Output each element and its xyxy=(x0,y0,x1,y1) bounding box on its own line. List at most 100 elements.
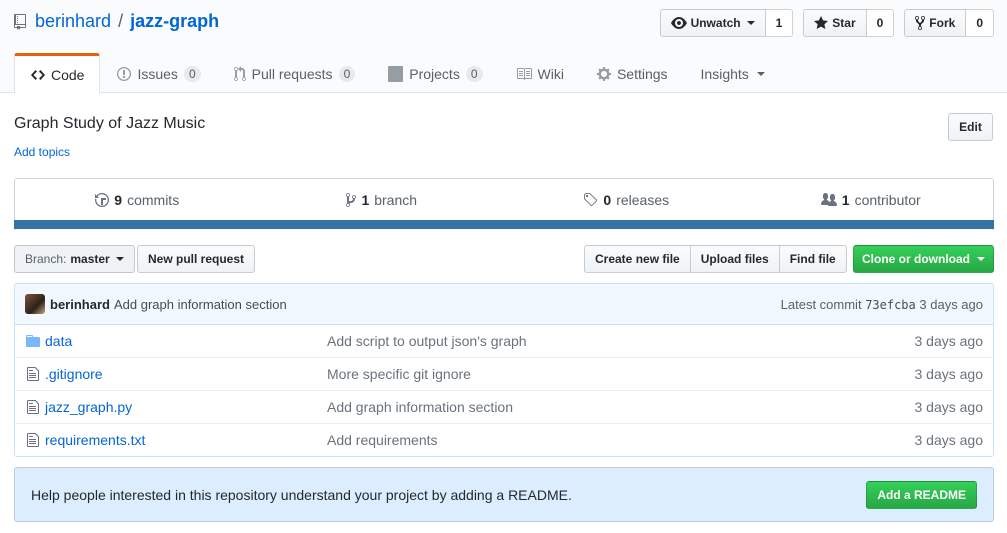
tab-wiki-label: Wiki xyxy=(537,66,564,82)
branch-icon xyxy=(346,192,357,207)
tab-pull-requests[interactable]: Pull requests 0 xyxy=(217,53,372,93)
latest-commit-bar: berinhard Add graph information section … xyxy=(14,283,994,325)
file-name-link[interactable]: requirements.txt xyxy=(45,432,327,448)
tag-icon xyxy=(584,192,598,206)
commit-sha-link[interactable]: 73efcba xyxy=(865,298,916,312)
people-icon xyxy=(820,192,837,206)
issue-icon xyxy=(117,67,132,81)
gear-icon xyxy=(596,67,611,81)
branches-label: branch xyxy=(374,191,418,208)
chevron-down-icon xyxy=(746,21,755,25)
language-bar[interactable] xyxy=(14,220,994,229)
readme-prompt: Help people interested in this repositor… xyxy=(14,467,994,522)
branch-name: master xyxy=(70,252,110,266)
unwatch-button[interactable]: Unwatch xyxy=(659,9,766,37)
new-pull-request-button[interactable]: New pull request xyxy=(137,245,256,273)
file-commit-message-link[interactable]: Add requirements xyxy=(327,432,873,448)
add-readme-button[interactable]: Add a README xyxy=(866,480,977,509)
code-icon xyxy=(31,69,45,80)
branch-prefix: Branch: xyxy=(25,252,67,266)
tab-settings-label: Settings xyxy=(616,66,668,82)
releases-link[interactable]: 0 releases xyxy=(504,179,749,220)
file-icon xyxy=(15,432,45,448)
tab-projects[interactable]: Projects 0 xyxy=(371,53,498,93)
edit-description-button[interactable]: Edit xyxy=(948,113,993,141)
releases-label: releases xyxy=(616,191,670,208)
latest-commit-label: Latest commit xyxy=(780,296,862,312)
table-row: jazz_graph.py Add graph information sect… xyxy=(15,390,993,423)
file-icon xyxy=(15,399,45,415)
tab-projects-label: Projects xyxy=(409,66,460,82)
branches-count: 1 xyxy=(361,191,370,208)
commit-age: 3 days ago xyxy=(919,296,983,312)
repo-name-link[interactable]: jazz-graph xyxy=(130,11,219,32)
file-age: 3 days ago xyxy=(914,332,984,349)
clone-or-download-button[interactable]: Clone or download xyxy=(853,245,994,273)
repo-title-separator: / xyxy=(118,11,124,31)
file-age: 3 days ago xyxy=(914,399,984,415)
tab-wiki[interactable]: Wiki xyxy=(499,53,580,93)
chevron-down-icon xyxy=(115,257,124,261)
star-button[interactable]: Star xyxy=(803,9,867,37)
file-commit-message-link[interactable]: Add script to output json's graph xyxy=(327,333,873,349)
create-new-file-button[interactable]: Create new file xyxy=(584,245,691,273)
chevron-down-icon xyxy=(977,257,985,261)
history-icon xyxy=(95,192,110,207)
file-name-link[interactable]: .gitignore xyxy=(45,366,327,382)
issues-counter: 0 xyxy=(183,66,201,82)
tab-code-label: Code xyxy=(51,66,85,83)
clone-label: Clone or download xyxy=(862,252,970,266)
book-icon xyxy=(516,68,532,80)
table-row: data Add script to output json's graph 3… xyxy=(15,324,993,357)
branches-link[interactable]: 1 branch xyxy=(260,179,505,220)
unwatch-label: Unwatch xyxy=(690,16,741,30)
avatar[interactable] xyxy=(25,294,45,314)
file-age: 3 days ago xyxy=(914,366,984,382)
watch-group: Unwatch 1 xyxy=(659,9,794,37)
find-file-button[interactable]: Find file xyxy=(778,245,847,273)
contributors-count: 1 xyxy=(841,191,850,208)
repo-title: berinhard / jazz-graph xyxy=(14,11,219,32)
forks-count[interactable]: 0 xyxy=(966,9,994,37)
pull-request-icon xyxy=(233,66,246,82)
tab-code[interactable]: Code xyxy=(14,53,101,94)
tab-settings[interactable]: Settings xyxy=(580,53,684,93)
file-actions: Create new file Upload files Find file xyxy=(584,245,847,273)
tab-issues-label: Issues xyxy=(137,66,178,82)
repo-icon xyxy=(14,13,26,30)
tab-insights[interactable]: Insights xyxy=(684,53,781,93)
branch-select-button[interactable]: Branch: master xyxy=(14,245,135,273)
project-icon xyxy=(388,66,404,82)
tab-pull-requests-label: Pull requests xyxy=(251,66,333,82)
commits-count: 9 xyxy=(114,191,123,208)
tab-insights-label: Insights xyxy=(700,66,749,82)
commit-message-link[interactable]: Add graph information section xyxy=(114,297,287,312)
releases-count: 0 xyxy=(603,191,612,208)
file-name-link[interactable]: data xyxy=(45,333,327,349)
file-commit-message-link[interactable]: Add graph information section xyxy=(327,399,873,415)
file-icon xyxy=(15,366,45,382)
pagehead-actions: Unwatch 1 Star 0 Fork 0 xyxy=(659,9,994,37)
file-name-link[interactable]: jazz_graph.py xyxy=(45,399,327,415)
eye-icon xyxy=(670,17,687,29)
watchers-count[interactable]: 1 xyxy=(765,9,794,37)
repo-owner-link[interactable]: berinhard xyxy=(35,11,111,32)
repo-nav: Code Issues 0 Pull requests 0 Projects 0… xyxy=(14,53,781,94)
add-topics-link[interactable]: Add topics xyxy=(14,145,70,159)
contributors-label: contributor xyxy=(854,191,921,208)
fork-button[interactable]: Fork xyxy=(904,9,967,37)
stargazers-count[interactable]: 0 xyxy=(866,9,895,37)
fork-icon xyxy=(915,15,926,31)
table-row: requirements.txt Add requirements 3 days… xyxy=(15,423,993,456)
tab-issues[interactable]: Issues 0 xyxy=(100,53,216,93)
projects-counter: 0 xyxy=(465,66,483,82)
file-commit-message-link[interactable]: More specific git ignore xyxy=(327,366,873,382)
upload-files-button[interactable]: Upload files xyxy=(689,245,780,273)
commits-link[interactable]: 9 commits xyxy=(15,179,260,220)
contributors-link[interactable]: 1 contributor xyxy=(749,179,994,220)
pull-requests-counter: 0 xyxy=(338,66,356,82)
commit-author-link[interactable]: berinhard xyxy=(50,297,110,312)
table-row: .gitignore More specific git ignore 3 da… xyxy=(15,357,993,390)
star-group: Star 0 xyxy=(803,9,895,37)
commits-label: commits xyxy=(127,191,180,208)
